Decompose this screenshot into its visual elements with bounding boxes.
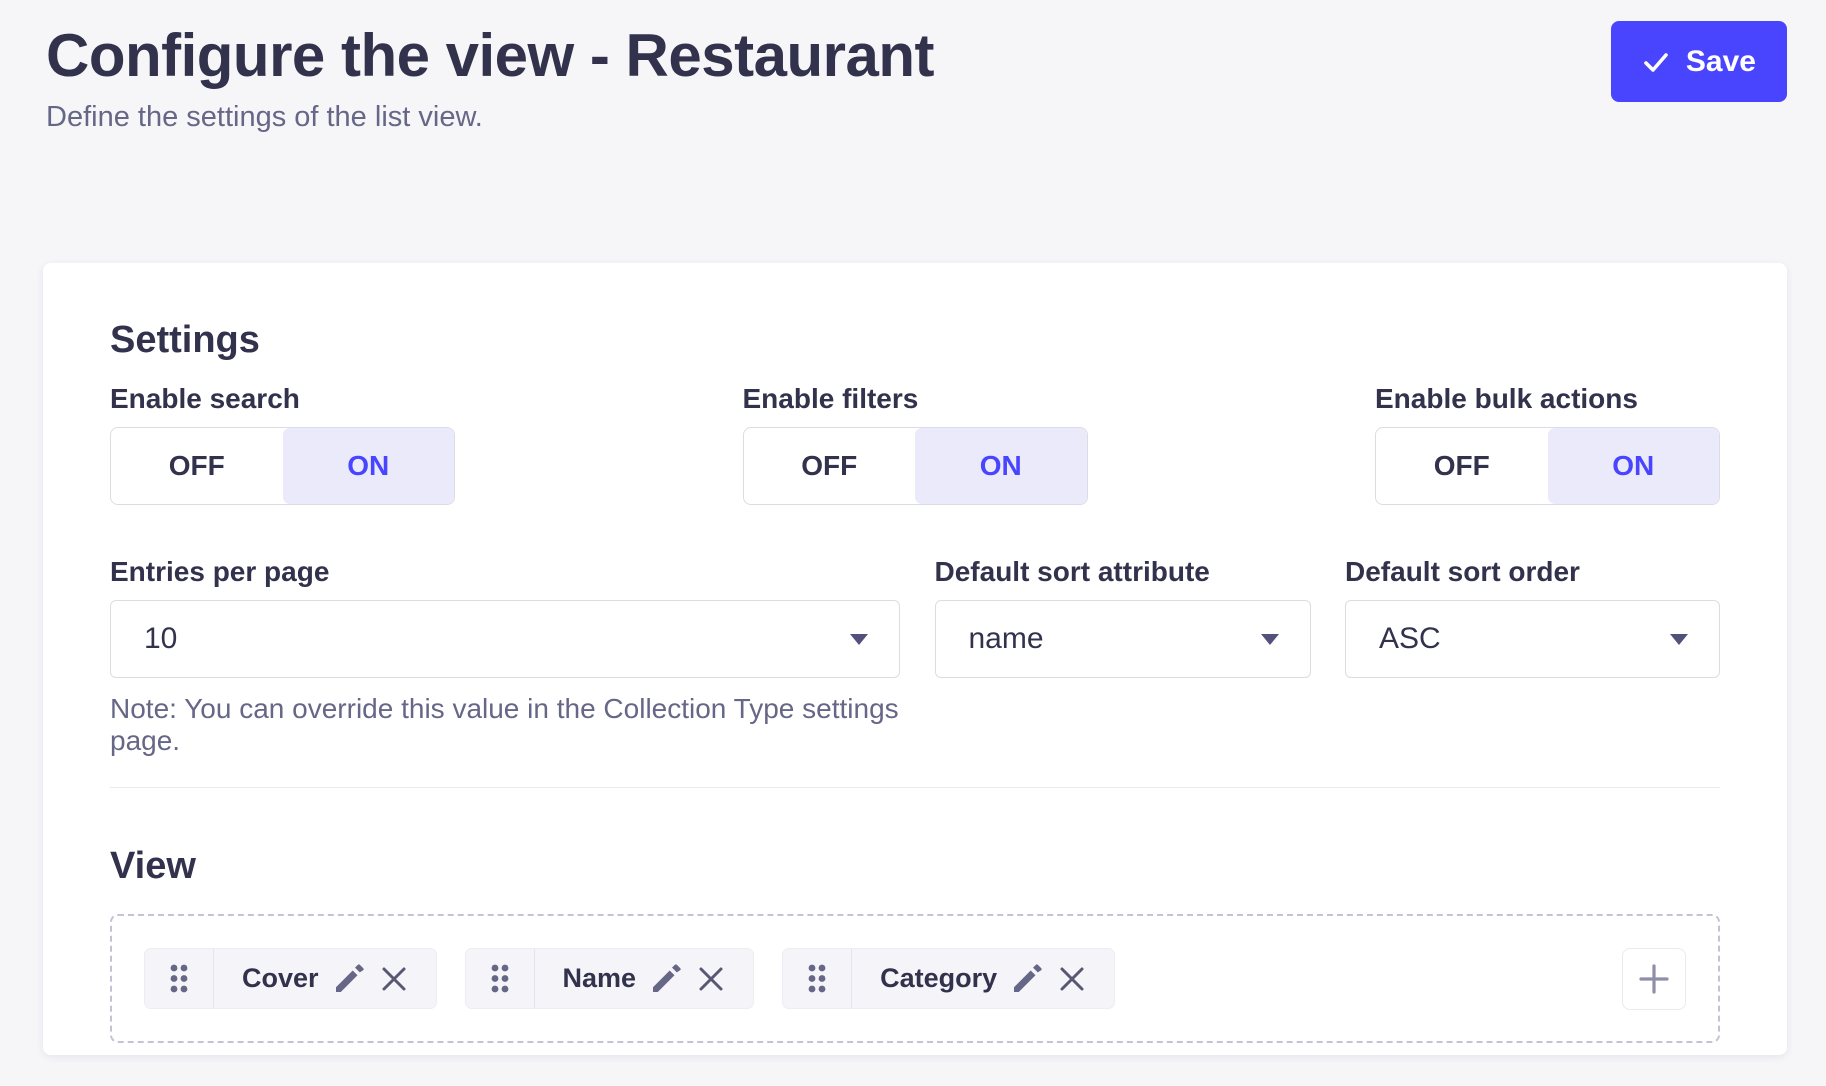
drag-handle[interactable] <box>145 949 214 1008</box>
toggle-enable-bulk-actions: OFF ON <box>1375 427 1720 505</box>
field-label: Default sort order <box>1345 555 1720 589</box>
toggle-enable-filters: OFF ON <box>743 427 1088 505</box>
toggle-on-option[interactable]: ON <box>283 428 455 504</box>
field-label: Enable bulk actions <box>1375 382 1720 416</box>
default-sort-attribute-select[interactable]: name <box>935 600 1311 678</box>
select-value: name <box>969 622 1044 656</box>
pill-body: Category <box>852 949 1114 1008</box>
section-divider <box>110 787 1720 788</box>
plus-icon <box>1638 963 1670 995</box>
drag-handle-icon <box>805 961 829 996</box>
toggle-off-option[interactable]: OFF <box>744 428 916 504</box>
field-pill-label: Name <box>563 963 637 994</box>
edit-field-button[interactable] <box>1013 964 1042 993</box>
field-pill-label: Cover <box>242 963 319 994</box>
drag-handle-icon <box>488 961 512 996</box>
select-row: Entries per page 10 Note: You can overri… <box>110 555 1720 757</box>
pill-body: Name <box>535 949 754 1008</box>
pencil-icon <box>1013 964 1042 993</box>
field-pill-label: Category <box>880 963 997 994</box>
select-value: ASC <box>1379 622 1441 656</box>
drag-handle-icon <box>167 961 191 996</box>
chevron-down-icon <box>1261 634 1279 645</box>
default-sort-order-field: Default sort order ASC <box>1345 555 1720 757</box>
field-label: Enable search <box>110 382 455 416</box>
remove-field-button[interactable] <box>1058 965 1086 993</box>
select-value: 10 <box>144 622 177 656</box>
chevron-down-icon <box>1670 634 1688 645</box>
toggle-on-option[interactable]: ON <box>915 428 1087 504</box>
toggle-enable-search: OFF ON <box>110 427 455 505</box>
close-icon <box>1058 965 1086 993</box>
save-button[interactable]: Save <box>1611 21 1787 102</box>
note-text: Note: You can override this value in the… <box>110 693 900 757</box>
field-label: Default sort attribute <box>935 555 1311 589</box>
edit-field-button[interactable] <box>652 964 681 993</box>
settings-card: Settings Enable search OFF ON Enable fil… <box>43 263 1787 1055</box>
field-pill-category[interactable]: Category <box>782 948 1115 1009</box>
field-pill-name[interactable]: Name <box>465 948 755 1009</box>
toggle-field-enable-search: Enable search OFF ON <box>110 382 455 505</box>
toggle-field-enable-filters: Enable filters OFF ON <box>743 382 1088 505</box>
chevron-down-icon <box>850 634 868 645</box>
field-pill-cover[interactable]: Cover <box>144 948 437 1009</box>
entries-per-page-field: Entries per page 10 Note: You can overri… <box>110 555 900 757</box>
field-label: Entries per page <box>110 555 900 589</box>
drag-handle[interactable] <box>783 949 852 1008</box>
toggle-on-option[interactable]: ON <box>1548 428 1720 504</box>
view-fields-container: Cover <box>110 914 1720 1043</box>
close-icon <box>380 965 408 993</box>
remove-field-button[interactable] <box>697 965 725 993</box>
toggle-off-option[interactable]: OFF <box>1376 428 1548 504</box>
settings-section-title: Settings <box>110 318 1720 362</box>
field-label: Enable filters <box>743 382 1088 416</box>
view-section-title: View <box>110 844 1720 888</box>
pencil-icon <box>652 964 681 993</box>
default-sort-attribute-field: Default sort attribute name <box>935 555 1311 757</box>
check-icon <box>1642 48 1670 76</box>
toggle-field-enable-bulk-actions: Enable bulk actions OFF ON <box>1375 382 1720 505</box>
drag-handle[interactable] <box>466 949 535 1008</box>
pill-body: Cover <box>214 949 436 1008</box>
page-header: Configure the view - Restaurant Define t… <box>0 0 1826 134</box>
toggle-off-option[interactable]: OFF <box>111 428 283 504</box>
add-field-button[interactable] <box>1622 948 1686 1010</box>
entries-per-page-select[interactable]: 10 <box>110 600 900 678</box>
close-icon <box>697 965 725 993</box>
toggle-row: Enable search OFF ON Enable filters OFF … <box>110 382 1720 505</box>
save-button-label: Save <box>1686 45 1756 79</box>
remove-field-button[interactable] <box>380 965 408 993</box>
pencil-icon <box>335 964 364 993</box>
default-sort-order-select[interactable]: ASC <box>1345 600 1720 678</box>
edit-field-button[interactable] <box>335 964 364 993</box>
page-subtitle: Define the settings of the list view. <box>46 101 1787 134</box>
page-title: Configure the view - Restaurant <box>46 24 1787 89</box>
